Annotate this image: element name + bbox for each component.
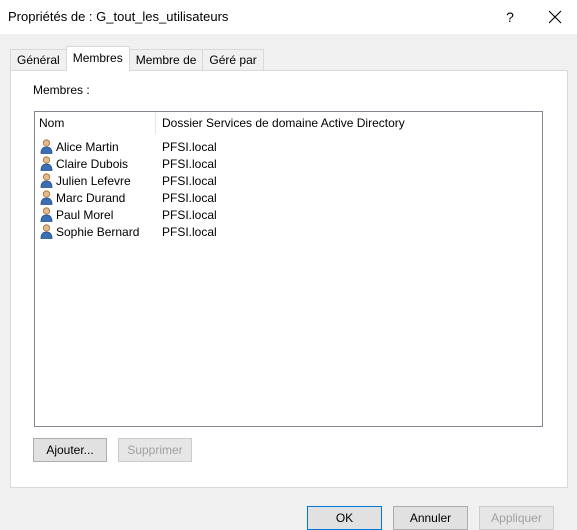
- apply-button[interactable]: Appliquer: [479, 506, 554, 530]
- member-name: Marc Durand: [56, 190, 126, 205]
- member-name-cell: Julien Lefevre: [35, 173, 156, 188]
- member-name: Alice Martin: [56, 139, 119, 154]
- user-icon: [40, 139, 53, 154]
- user-icon: [40, 190, 53, 205]
- members-tab-panel: Membres : Nom Dossier Services de domain…: [10, 70, 568, 488]
- help-button[interactable]: ?: [498, 6, 522, 28]
- tab-managed-by[interactable]: Géré par: [202, 49, 264, 71]
- window-title: Propriétés de : G_tout_les_utilisateurs: [8, 9, 229, 24]
- list-item[interactable]: Alice Martin PFSI.local: [35, 138, 542, 155]
- member-name-cell: Claire Dubois: [35, 156, 156, 171]
- list-item[interactable]: Claire Dubois PFSI.local: [35, 155, 542, 172]
- member-name-cell: Sophie Bernard: [35, 224, 156, 239]
- tab-members[interactable]: Membres: [65, 46, 130, 71]
- member-name: Sophie Bernard: [56, 224, 140, 239]
- members-section-label: Membres :: [33, 83, 90, 97]
- member-folder: PFSI.local: [162, 156, 217, 171]
- member-folder: PFSI.local: [162, 224, 217, 239]
- column-header-folder[interactable]: Dossier Services de domaine Active Direc…: [156, 112, 456, 134]
- list-item[interactable]: Paul Morel PFSI.local: [35, 206, 542, 223]
- member-folder: PFSI.local: [162, 173, 217, 188]
- members-list[interactable]: Nom Dossier Services de domaine Active D…: [34, 111, 543, 427]
- list-header: Nom Dossier Services de domaine Active D…: [35, 112, 542, 134]
- user-icon: [40, 207, 53, 222]
- member-name-cell: Alice Martin: [35, 139, 156, 154]
- remove-button[interactable]: Supprimer: [118, 438, 192, 462]
- user-icon: [40, 173, 53, 188]
- close-icon: [548, 10, 562, 24]
- tab-member-of[interactable]: Membre de: [128, 49, 204, 71]
- tab-strip: Général Membres Membre de Géré par: [10, 45, 264, 71]
- cancel-button[interactable]: Annuler: [393, 506, 468, 530]
- member-name-cell: Marc Durand: [35, 190, 156, 205]
- ok-button[interactable]: OK: [307, 506, 382, 530]
- user-icon: [40, 224, 53, 239]
- member-name: Paul Morel: [56, 207, 114, 222]
- member-name: Claire Dubois: [56, 156, 129, 171]
- list-item[interactable]: Marc Durand PFSI.local: [35, 189, 542, 206]
- add-button[interactable]: Ajouter...: [33, 438, 107, 462]
- member-name: Julien Lefevre: [56, 173, 131, 188]
- tab-general[interactable]: Général: [10, 49, 67, 71]
- title-bar: Propriétés de : G_tout_les_utilisateurs …: [0, 0, 577, 34]
- member-name-cell: Paul Morel: [35, 207, 156, 222]
- list-rows: Alice Martin PFSI.local Claire Dubois PFSI.…: [35, 138, 542, 240]
- list-item[interactable]: Julien Lefevre PFSI.local: [35, 172, 542, 189]
- list-item[interactable]: Sophie Bernard PFSI.local: [35, 223, 542, 240]
- column-header-name[interactable]: Nom: [35, 112, 156, 134]
- member-folder: PFSI.local: [162, 190, 217, 205]
- member-folder: PFSI.local: [162, 139, 217, 154]
- member-folder: PFSI.local: [162, 207, 217, 222]
- close-button[interactable]: [540, 5, 570, 29]
- user-icon: [40, 156, 53, 171]
